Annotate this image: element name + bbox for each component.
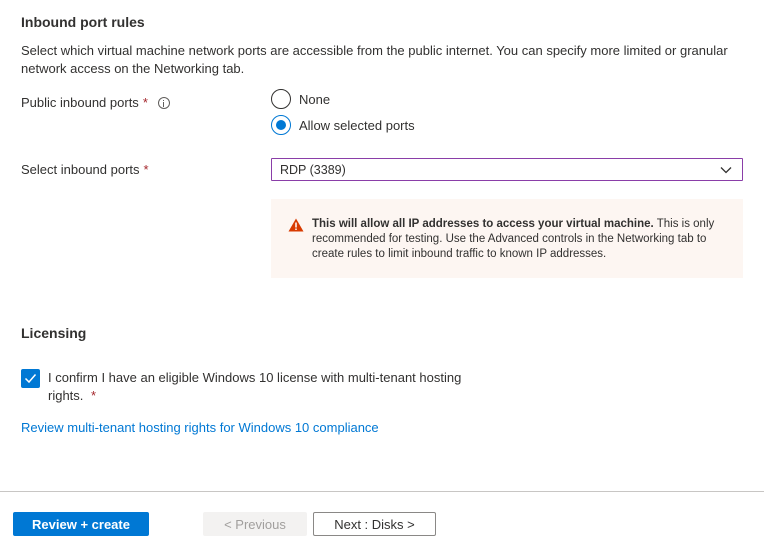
warning-icon: [288, 218, 304, 232]
select-inbound-ports-text: Select inbound ports: [21, 162, 140, 177]
required-marker: *: [143, 162, 149, 177]
license-confirm-label[interactable]: I confirm I have an eligible Windows 10 …: [48, 369, 478, 405]
radio-none[interactable]: None: [271, 89, 330, 109]
license-confirm-checkbox[interactable]: [21, 369, 40, 388]
radio-allow-selected-circle[interactable]: [271, 115, 291, 135]
public-inbound-ports-label: Public inbound ports *: [21, 95, 170, 110]
license-confirm-text: I confirm I have an eligible Windows 10 …: [48, 370, 462, 403]
inbound-section-title: Inbound port rules: [21, 14, 145, 30]
inbound-ports-selected-value: RDP (3389): [280, 162, 346, 177]
warning-message-bar: This will allow all IP addresses to acce…: [271, 199, 743, 278]
inbound-description: Select which virtual machine network por…: [21, 43, 728, 76]
checkmark-icon: [24, 374, 37, 384]
footer-divider: [0, 491, 764, 492]
required-marker: *: [142, 95, 148, 110]
radio-none-label: None: [299, 91, 331, 107]
radio-none-circle[interactable]: [271, 89, 291, 109]
previous-button[interactable]: < Previous: [203, 512, 307, 536]
review-hosting-rights-link[interactable]: Review multi-tenant hosting rights for W…: [21, 420, 379, 435]
select-inbound-ports-label: Select inbound ports *: [21, 162, 149, 177]
warning-bold-text: This will allow all IP addresses to acce…: [312, 218, 654, 230]
licensing-section-title: Licensing: [21, 325, 87, 341]
chevron-down-icon: [720, 167, 732, 174]
radio-allow-selected-ports[interactable]: Allow selected ports: [271, 115, 415, 135]
radio-allow-selected-label: Allow selected ports: [299, 117, 415, 133]
inbound-ports-dropdown[interactable]: RDP (3389): [271, 158, 743, 181]
review-create-button[interactable]: Review + create: [13, 512, 149, 536]
next-disks-button[interactable]: Next : Disks >: [313, 512, 436, 536]
info-icon[interactable]: [157, 96, 170, 109]
public-inbound-ports-text: Public inbound ports: [21, 95, 139, 110]
required-marker: *: [91, 388, 97, 403]
